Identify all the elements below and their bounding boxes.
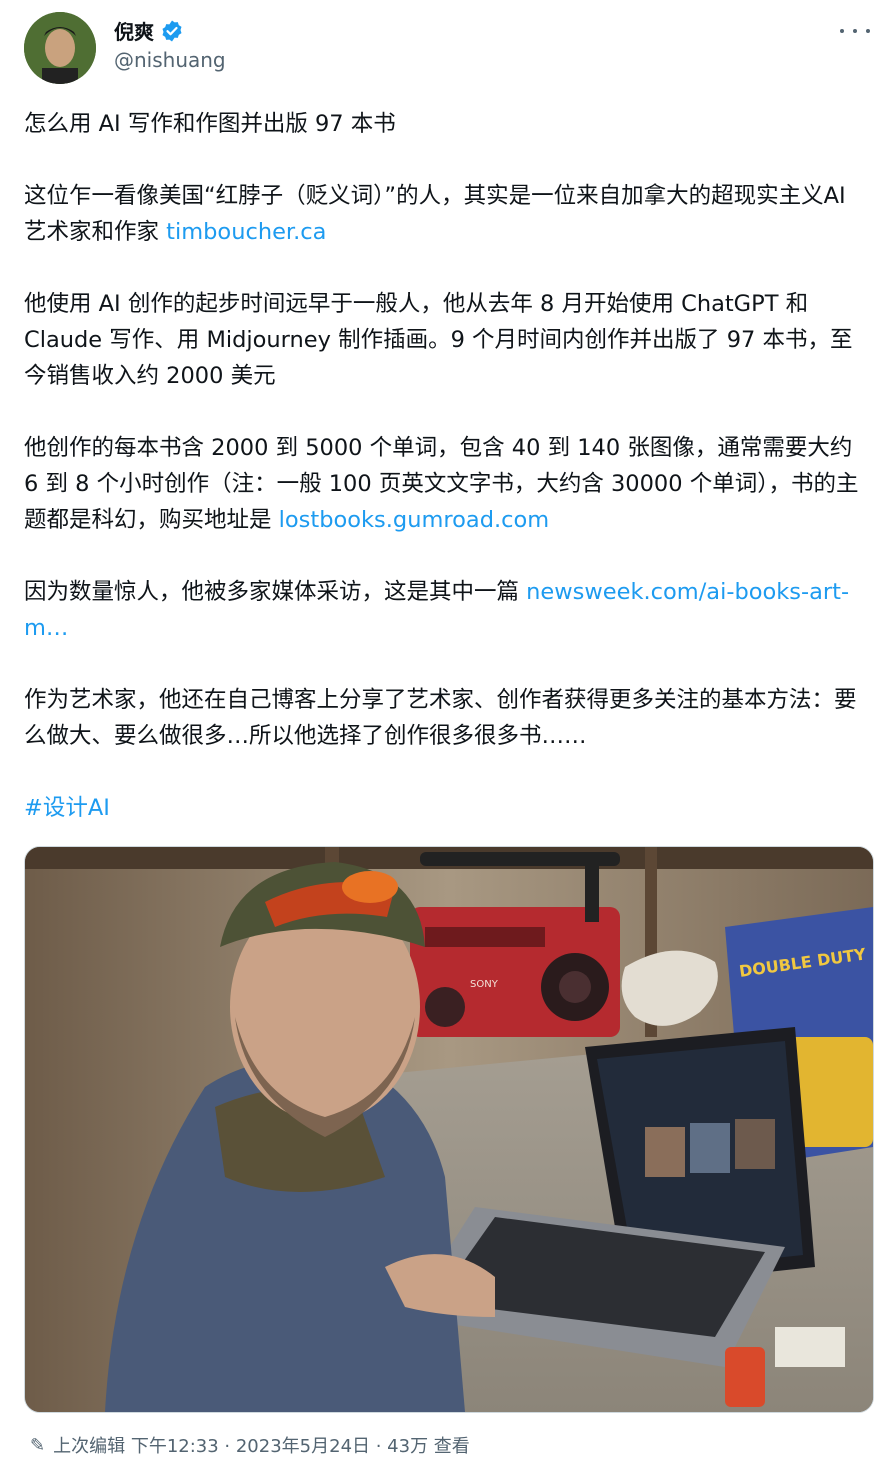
link-timboucher[interactable]: timboucher.ca: [166, 219, 326, 245]
tweet-paragraph-2: 他使用 AI 创作的起步时间远早于一般人，他从去年 8 月开始使用 ChatGP…: [24, 291, 853, 389]
author-handle[interactable]: @nishuang: [114, 48, 226, 72]
boombox-brand-text: SONY: [470, 979, 499, 990]
truncated-context-row: [60, 0, 560, 4]
tweet-photo[interactable]: SONY DOUBLE DUTY: [24, 846, 874, 1413]
verified-badge-icon: [162, 20, 182, 41]
edit-icon: ✎: [30, 1434, 46, 1456]
tweet-paragraph-4: 因为数量惊人，他被多家媒体采访，这是其中一篇 newsweek.com/ai-b…: [24, 574, 870, 646]
paragraph-1-text: 这位乍一看像美国“红脖子（贬义词）”的人，其实是一位来自加拿大的超现实主义AI …: [24, 183, 846, 245]
more-options-icon[interactable]: [840, 24, 870, 38]
avatar[interactable]: [24, 12, 96, 84]
tweet-meta-text: 上次编辑 下午12:33 · 2023年5月24日 · 43万 查看: [53, 1436, 470, 1457]
tweet-paragraph-3: 他创作的每本书含 2000 到 5000 个单词，包含 40 到 140 张图像…: [24, 430, 870, 538]
link-lostbooks[interactable]: lostbooks.gumroad.com: [279, 507, 550, 533]
author-display-name[interactable]: 倪爽: [114, 16, 154, 45]
tweet-paragraph-1: 这位乍一看像美国“红脖子（贬义词）”的人，其实是一位来自加拿大的超现实主义AI …: [24, 178, 870, 250]
tweet-paragraph-5: 作为艺术家，他还在自己博客上分享了艺术家、创作者获得更多关注的基本方法：要么做大…: [24, 687, 857, 749]
paragraph-4-text: 因为数量惊人，他被多家媒体采访，这是其中一篇: [24, 579, 527, 605]
tweet-title: 怎么用 AI 写作和作图并出版 97 本书: [24, 111, 396, 137]
hashtag-link[interactable]: #设计AI: [24, 795, 110, 821]
tweet-meta-footer: ✎ 上次编辑 下午12:33 · 2023年5月24日 · 43万 查看: [30, 1432, 470, 1458]
tweet-text: 怎么用 AI 写作和作图并出版 97 本书 这位乍一看像美国“红脖子（贬义词）”…: [24, 106, 870, 862]
tweet-hashtag-line: #设计AI: [24, 790, 870, 826]
